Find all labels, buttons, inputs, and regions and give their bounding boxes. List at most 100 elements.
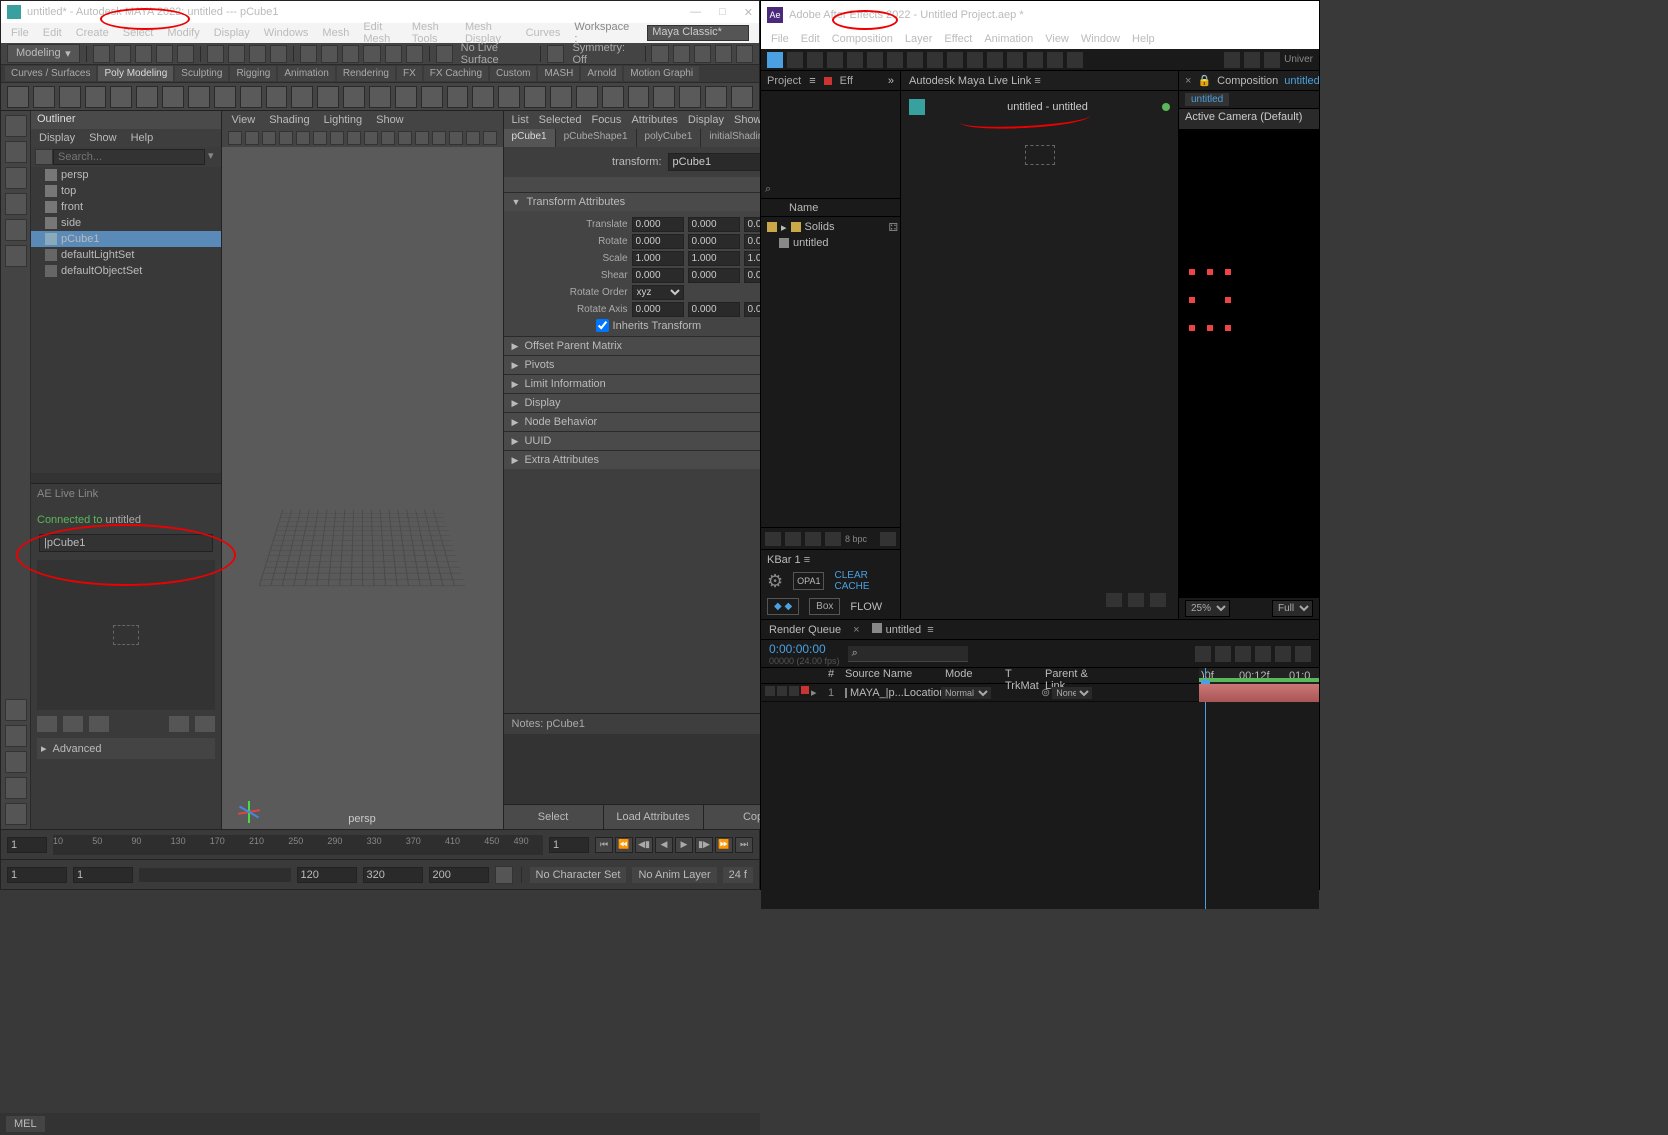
shelf-extract-icon[interactable] bbox=[524, 86, 546, 108]
ae-menu-edit[interactable]: Edit bbox=[801, 33, 820, 45]
panel-menu-icon[interactable]: ≡ bbox=[809, 75, 815, 87]
blend-mode-dropdown[interactable]: Normal bbox=[941, 687, 991, 699]
snap-point-icon[interactable] bbox=[342, 45, 359, 63]
sec-offset-parent[interactable]: ▶Offset Parent Matrix bbox=[504, 337, 804, 355]
inherits-checkbox[interactable] bbox=[596, 319, 609, 332]
comp-tab-name[interactable]: untitled bbox=[1284, 75, 1319, 87]
vp-isolate-icon[interactable] bbox=[466, 131, 480, 145]
shear-x[interactable] bbox=[632, 268, 684, 283]
ae-eraser-tool-icon[interactable] bbox=[1027, 52, 1043, 68]
menu-select[interactable]: Select bbox=[123, 27, 154, 39]
ae-menu-composition[interactable]: Composition bbox=[832, 33, 893, 45]
ae-hand-tool-icon[interactable] bbox=[807, 52, 823, 68]
play-back-icon[interactable]: ◀ bbox=[655, 837, 673, 853]
shelf-sculpt[interactable]: Sculpting bbox=[175, 66, 228, 81]
zoom-dropdown[interactable]: 25% bbox=[1185, 600, 1230, 617]
attr-tab-shape[interactable]: pCubeShape1 bbox=[556, 129, 637, 147]
ae-zoom-tool-icon[interactable] bbox=[827, 52, 843, 68]
step-fwd-key-icon[interactable]: ⏩ bbox=[715, 837, 733, 853]
shelf-poly[interactable]: Poly Modeling bbox=[98, 66, 173, 81]
rotate-axis-x[interactable] bbox=[632, 302, 684, 317]
translate-y[interactable] bbox=[688, 217, 740, 232]
ae-menu-effect[interactable]: Effect bbox=[944, 33, 972, 45]
layout-4pane-icon[interactable] bbox=[5, 725, 27, 747]
range-slider[interactable]: 1 1 120 320 200 No Character Set No Anim… bbox=[1, 859, 759, 889]
shelf-cylinder-icon[interactable] bbox=[59, 86, 81, 108]
open-scene-icon[interactable] bbox=[114, 45, 131, 63]
layer-name[interactable]: MAYA_|p...Location bbox=[850, 687, 945, 699]
ae-project-tab[interactable]: Project bbox=[767, 75, 801, 87]
mode-dropdown[interactable]: Modeling▾ bbox=[7, 44, 80, 63]
ae-home-icon[interactable] bbox=[767, 52, 783, 68]
ae-ll-export-icon[interactable] bbox=[1150, 593, 1166, 607]
menu-file[interactable]: File bbox=[11, 27, 29, 39]
ae-rotate-tool-icon[interactable] bbox=[867, 52, 883, 68]
vp-menu-view[interactable]: View bbox=[232, 114, 256, 126]
ae-selection-tool-icon[interactable] bbox=[787, 52, 803, 68]
ae-orbit-tool-icon[interactable] bbox=[847, 52, 863, 68]
vp-gate-mask-icon[interactable] bbox=[364, 131, 378, 145]
step-back-key-icon[interactable]: ⏪ bbox=[615, 837, 633, 853]
ae-snap-edge-icon[interactable] bbox=[1244, 52, 1260, 68]
shelf-prism-icon[interactable] bbox=[240, 86, 262, 108]
time-slider[interactable]: 1 10 50 90 130 170 210 250 290 330 370 4… bbox=[1, 829, 759, 859]
shelf-extra1-icon[interactable] bbox=[705, 86, 727, 108]
shelf-fx[interactable]: FX bbox=[397, 66, 422, 81]
time-field-start[interactable]: 1 bbox=[7, 837, 47, 853]
vp-film-gate-icon[interactable] bbox=[330, 131, 344, 145]
ae-roto-tool-icon[interactable] bbox=[1047, 52, 1063, 68]
work-area[interactable] bbox=[1199, 678, 1319, 682]
ae-rect-tool-icon[interactable] bbox=[927, 52, 943, 68]
select-tool-icon[interactable] bbox=[5, 115, 27, 137]
shelf-gear-icon[interactable] bbox=[317, 86, 339, 108]
sec-pivots[interactable]: ▶Pivots bbox=[504, 356, 804, 374]
col-mode[interactable]: Mode bbox=[941, 668, 1001, 683]
vp-grid-icon[interactable] bbox=[313, 131, 327, 145]
shelf-rigging[interactable]: Rigging bbox=[230, 66, 276, 81]
transform-handles[interactable] bbox=[1189, 269, 1229, 329]
maximize-button[interactable]: □ bbox=[719, 6, 726, 19]
shelf-animation[interactable]: Animation bbox=[278, 66, 334, 81]
project-item-untitled[interactable]: untitled bbox=[763, 235, 898, 251]
select-mode2-icon[interactable] bbox=[228, 45, 245, 63]
shelf-disc-icon[interactable] bbox=[162, 86, 184, 108]
shelf-soccer-icon[interactable] bbox=[343, 86, 365, 108]
symmetry-label[interactable]: Symmetry: Off bbox=[572, 42, 638, 66]
bpc-label[interactable]: 8 bpc bbox=[845, 534, 867, 544]
move-tool-icon[interactable] bbox=[5, 193, 27, 215]
layout-outliner-icon[interactable] bbox=[5, 803, 27, 825]
ae-comp-viewer[interactable] bbox=[1179, 129, 1319, 597]
rotate-order-select[interactable]: xyz bbox=[632, 285, 684, 300]
kbar-opa-button[interactable]: OPA1 bbox=[793, 572, 824, 590]
attr-show-btn[interactable]: Show bbox=[504, 177, 804, 192]
trash-icon[interactable] bbox=[880, 532, 896, 546]
menu-edit-mesh[interactable]: Edit Mesh bbox=[363, 21, 398, 45]
snap-view-icon[interactable] bbox=[406, 45, 423, 63]
menu-modify[interactable]: Modify bbox=[167, 27, 199, 39]
ae-menu-help[interactable]: Help bbox=[1132, 33, 1155, 45]
kbar-flow[interactable]: FLOW bbox=[850, 601, 882, 613]
outliner-scrollbar[interactable] bbox=[31, 473, 221, 483]
range-start2[interactable]: 1 bbox=[73, 867, 133, 883]
shelf-torus-icon[interactable] bbox=[110, 86, 132, 108]
panel-layout-icon[interactable] bbox=[715, 45, 732, 63]
step-back-icon[interactable]: ◀▮ bbox=[635, 837, 653, 853]
shelf-boolean-icon[interactable] bbox=[550, 86, 572, 108]
save-scene-icon[interactable] bbox=[135, 45, 152, 63]
tl-draft3d-icon[interactable] bbox=[1295, 646, 1311, 662]
time-field-end[interactable]: 1 bbox=[549, 837, 589, 853]
gear-icon[interactable]: ⚙ bbox=[767, 571, 783, 592]
translate-x[interactable] bbox=[632, 217, 684, 232]
paint-tool-icon[interactable] bbox=[5, 167, 27, 189]
kbar-box[interactable]: Box bbox=[809, 598, 840, 615]
bpc8-icon[interactable] bbox=[785, 532, 801, 546]
kbar-clear-cache[interactable]: CLEAR CACHE bbox=[834, 570, 894, 592]
menu-windows[interactable]: Windows bbox=[264, 27, 309, 39]
sec-limit[interactable]: ▶Limit Information bbox=[504, 375, 804, 393]
close-icon[interactable]: × bbox=[1185, 75, 1191, 87]
attr-tab-poly[interactable]: polyCube1 bbox=[637, 129, 702, 147]
panel-layout2-icon[interactable] bbox=[736, 45, 753, 63]
ae-pen-tool-icon[interactable] bbox=[947, 52, 963, 68]
af-export-icon[interactable] bbox=[169, 716, 189, 732]
attr-select-button[interactable]: Select bbox=[504, 805, 604, 829]
